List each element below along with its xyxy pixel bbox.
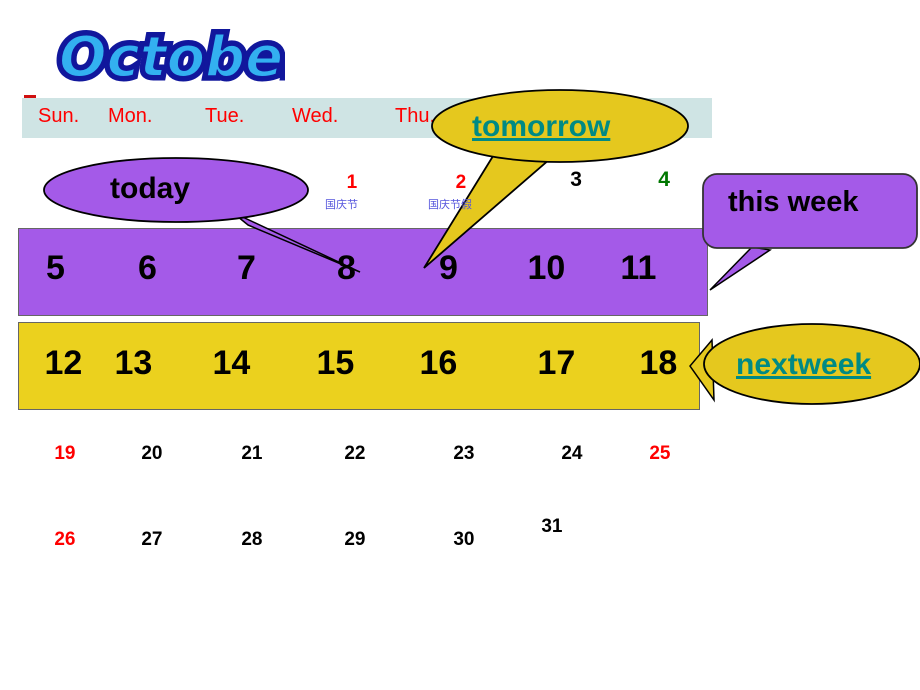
weekday-label-wed: Wed. (292, 105, 339, 127)
date-cell-1[interactable]: 1 (331, 172, 373, 194)
date-cell-28[interactable]: 28 (231, 529, 273, 551)
date-cell-17[interactable]: 17 (519, 344, 594, 383)
date-cell-24[interactable]: 24 (551, 443, 593, 465)
date-cell-7[interactable]: 7 (209, 249, 284, 288)
date-cell-6[interactable]: 6 (110, 249, 185, 288)
callout-next-week-label: nextweek (736, 348, 872, 381)
date-cell-10[interactable]: 10 (509, 249, 584, 288)
date-cell-19[interactable]: 19 (44, 443, 86, 465)
date-cell-18[interactable]: 18 (621, 344, 696, 383)
date-cell-9[interactable]: 9 (411, 249, 486, 288)
october-title-fill: October (59, 25, 285, 90)
date-cell-22[interactable]: 22 (334, 443, 376, 465)
date-cell-25[interactable]: 25 (639, 443, 681, 465)
date-cell-29[interactable]: 29 (334, 529, 376, 551)
header-tick-mark (24, 95, 36, 98)
festival-label-1: 国庆节 (325, 198, 358, 211)
callout-this-week-label: this week (728, 186, 859, 218)
date-cell-27[interactable]: 27 (131, 529, 173, 551)
date-cell-15[interactable]: 15 (298, 344, 373, 383)
date-cell-4[interactable]: 4 (641, 168, 687, 192)
date-cell-14[interactable]: 14 (194, 344, 269, 383)
callout-today-label: today (110, 172, 191, 205)
date-cell-3[interactable]: 3 (553, 168, 599, 192)
callout-this-week-tail (709, 246, 772, 291)
weekday-label-sun: Sun. (38, 105, 80, 127)
date-cell-23[interactable]: 23 (443, 443, 485, 465)
date-cell-21[interactable]: 21 (231, 443, 273, 465)
date-cell-8[interactable]: 8 (309, 249, 384, 288)
date-cell-26[interactable]: 26 (44, 529, 86, 551)
weekday-label-mon: Mon. (108, 105, 153, 127)
date-cell-12[interactable]: 12 (26, 344, 101, 383)
date-cell-20[interactable]: 20 (131, 443, 173, 465)
calendar-slide: October October Sun.Mon.Tue.Wed.Thu.Fri.… (0, 0, 920, 690)
slide-title: October October (55, 18, 285, 98)
october-title-art: October October (55, 21, 285, 95)
date-cell-30[interactable]: 30 (443, 529, 485, 551)
date-cell-5[interactable]: 5 (18, 249, 93, 288)
date-cell-13[interactable]: 13 (96, 344, 171, 383)
date-cell-16[interactable]: 16 (401, 344, 476, 383)
date-cell-31[interactable]: 31 (531, 516, 573, 538)
weekday-label-tue: Tue. (205, 105, 245, 127)
callout-tomorrow-label: tomorrow (472, 110, 611, 143)
date-cell-11[interactable]: 11 (601, 249, 676, 288)
festival-label-2: 国庆节假 (428, 198, 472, 211)
weekday-label-thu: Thu. (395, 105, 436, 127)
date-cell-2[interactable]: 2 (440, 172, 482, 194)
